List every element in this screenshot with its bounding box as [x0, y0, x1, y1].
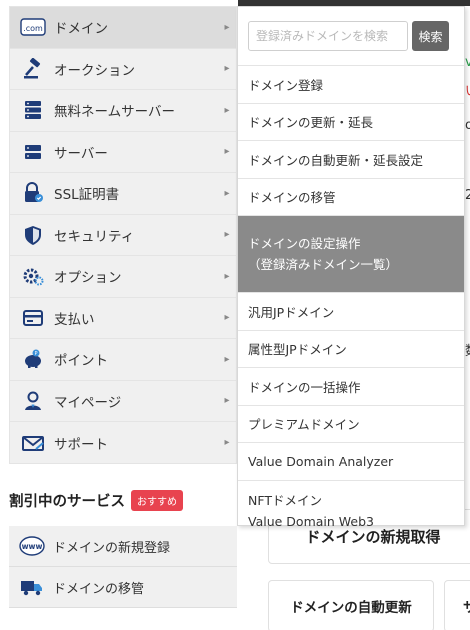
chevron-right-icon: ▸ [224, 146, 230, 158]
menu-item-auction[interactable]: オークション ▸ [10, 49, 236, 90]
card-auto-renew[interactable]: ドメインの自動更新 [268, 580, 434, 630]
card-auto-renew-label: ドメインの自動更新 [290, 600, 412, 616]
submenu-item-label: ドメインの自動更新・延長設定 [248, 152, 424, 168]
mail-icon [20, 432, 46, 454]
menu-item-label: ドメイン [54, 21, 108, 38]
menu-item-label: サーバー [54, 145, 108, 162]
svg-text:P: P [34, 351, 37, 357]
services-heading: 割引中のサービス おすすめ [9, 490, 183, 511]
submenu-item-auto-renew[interactable]: ドメインの自動更新・延長設定 [238, 141, 464, 179]
menu-item-label: ポイント [54, 353, 108, 370]
service-item-transfer[interactable]: ドメインの移管 [9, 567, 237, 608]
submenu-item-sublabel: （登録済みドメイン一覧） [248, 257, 399, 272]
menu-item-label: 支払い [54, 311, 95, 328]
service-item-label: ドメインの移管 [53, 581, 145, 597]
user-icon [20, 390, 46, 412]
server-stack-icon [20, 99, 46, 121]
submenu-item-label: ドメイン登録 [248, 77, 324, 93]
ssl-lock-icon [20, 182, 46, 204]
truck-icon [19, 576, 45, 598]
gavel-icon [20, 57, 46, 80]
svg-text:.com: .com [23, 24, 43, 33]
submenu-item-generic-jp[interactable]: 汎用JPドメイン [238, 293, 464, 331]
card-partial[interactable]: サ [444, 580, 470, 630]
chevron-right-icon: ▸ [224, 187, 230, 199]
submenu-item-label: ドメインの設定操作 [248, 236, 361, 251]
bg-fragment-4: 2 [465, 188, 470, 203]
submenu-item-label: プレミアムドメイン [248, 417, 360, 433]
card-partial-label: サ [463, 600, 470, 616]
recommend-badge: おすすめ [131, 490, 183, 511]
menu-item-server[interactable]: サーバー ▸ [10, 132, 236, 173]
submenu-item-premium[interactable]: プレミアムドメイン [238, 406, 464, 443]
server-icon [20, 141, 46, 163]
menu-item-free-nameserver[interactable]: 無料ネームサーバー ▸ [10, 90, 236, 132]
menu-item-label: サポート [54, 436, 108, 453]
chevron-right-icon: ▸ [224, 437, 230, 449]
piggy-bank-icon: P [20, 348, 46, 370]
submenu-item-sublabel: Value Domain Web3 [248, 514, 374, 529]
chevron-right-icon: ▸ [224, 353, 230, 365]
bg-fragment-1: v [465, 55, 470, 70]
submenu-item-transfer[interactable]: ドメインの移管 [238, 179, 464, 216]
chevron-right-icon: ▸ [224, 312, 230, 324]
bg-fragment-2: い [465, 80, 470, 99]
card-icon [20, 307, 46, 329]
shield-icon [20, 224, 46, 246]
menu-item-label: セキュリティ [54, 228, 135, 245]
menu-item-payment[interactable]: 支払い ▸ [10, 298, 236, 339]
menu-item-point[interactable]: P ポイント ▸ [10, 339, 236, 381]
dotcom-icon: .com [20, 16, 46, 38]
chevron-right-icon: ▸ [224, 395, 230, 407]
menu-item-label: 無料ネームサーバー [54, 104, 175, 121]
menu-item-support[interactable]: サポート ▸ [10, 422, 236, 464]
menu-item-label: マイページ [54, 394, 122, 411]
menu-item-label: オークション [54, 62, 135, 79]
service-item-new-registration[interactable]: www ドメインの新規登録 [9, 526, 237, 567]
services-list: www ドメインの新規登録 ドメインの移管 [9, 526, 237, 608]
submenu-item-attribute-jp[interactable]: 属性型JPドメイン [238, 331, 464, 368]
submenu-item-label: ドメインの一括操作 [248, 379, 361, 395]
search-button[interactable]: 検索 [412, 21, 449, 51]
www-icon: www [19, 535, 45, 557]
submenu-item-register[interactable]: ドメイン登録 [238, 66, 464, 104]
chevron-right-icon: ▸ [224, 21, 230, 33]
page: v い o 2 数 ドメインの新規取得 ドメインの自動更新 サ .com ドメイ… [0, 0, 470, 630]
domain-search-row: 検索 [238, 7, 464, 66]
gears-icon [20, 265, 46, 287]
submenu-item-label: 汎用JPドメイン [248, 304, 335, 320]
submenu-item-nft[interactable]: NFTドメイン Value Domain Web3 [238, 481, 464, 542]
submenu-item-label: 属性型JPドメイン [248, 342, 347, 358]
submenu-item-domain-settings[interactable]: ドメインの設定操作 （登録済みドメイン一覧） [238, 216, 464, 293]
domain-search-input[interactable] [248, 21, 408, 51]
chevron-right-icon: ▸ [224, 270, 230, 282]
svg-text:www: www [22, 542, 43, 551]
menu-item-label: SSL証明書 [54, 187, 120, 204]
chevron-right-icon: ▸ [224, 229, 230, 241]
submenu-item-label: ドメインの更新・延長 [248, 115, 374, 131]
submenu-item-label: NFTドメイン [248, 493, 322, 508]
service-item-label: ドメインの新規登録 [53, 540, 171, 556]
services-title: 割引中のサービス [9, 494, 125, 510]
chevron-right-icon: ▸ [224, 63, 230, 75]
main-menu: .com ドメイン ▸ オークション ▸ 無料ネームサーバー ▸ サーバー ▸ [9, 6, 237, 464]
menu-item-mypage[interactable]: マイページ ▸ [10, 381, 236, 422]
chevron-right-icon: ▸ [224, 104, 230, 116]
submenu-item-analyzer[interactable]: Value Domain Analyzer [238, 443, 464, 481]
bg-fragment-3: o [465, 118, 470, 133]
menu-item-label: オプション [54, 270, 122, 287]
domain-submenu: 検索 ドメイン登録 ドメインの更新・延長 ドメインの自動更新・延長設定 ドメイン… [237, 6, 465, 529]
menu-item-domain[interactable]: .com ドメイン ▸ [10, 7, 236, 49]
menu-item-option[interactable]: オプション ▸ [10, 256, 236, 298]
submenu-item-label: Value Domain Analyzer [248, 453, 394, 469]
submenu-item-label: ドメインの移管 [248, 190, 336, 206]
bg-fragment-5: 数 [465, 340, 470, 359]
submenu-item-renew[interactable]: ドメインの更新・延長 [238, 104, 464, 141]
submenu-item-bulk[interactable]: ドメインの一括操作 [238, 368, 464, 406]
menu-item-security[interactable]: セキュリティ ▸ [10, 215, 236, 256]
menu-item-ssl[interactable]: SSL証明書 ▸ [10, 173, 236, 215]
